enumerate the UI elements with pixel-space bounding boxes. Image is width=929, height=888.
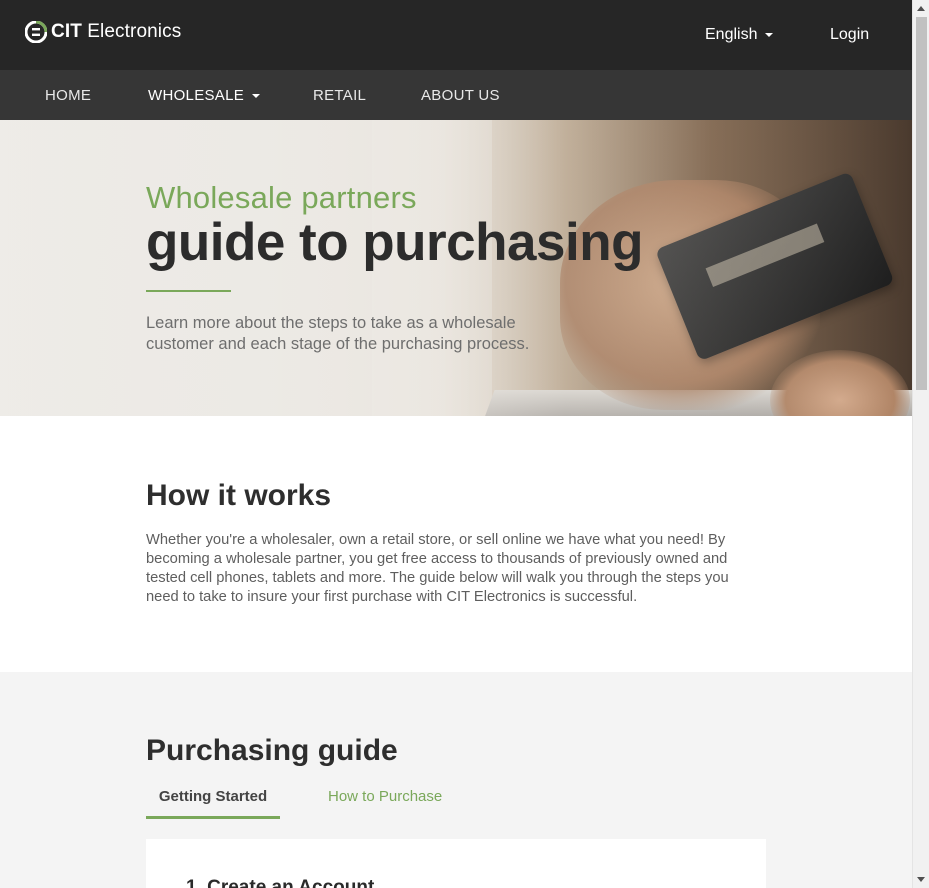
nav-wholesale-label: WHOLESALE — [148, 87, 245, 104]
scrollbar-thumb[interactable] — [916, 17, 927, 390]
hero-title: guide to purchasing — [146, 213, 643, 272]
language-selector[interactable]: English — [705, 26, 774, 44]
chevron-down-icon — [252, 93, 261, 98]
top-bar: CIT Electronics English Login — [0, 0, 912, 70]
hero-divider — [146, 290, 231, 292]
hero-subtitle: Wholesale partners — [146, 180, 417, 215]
main-nav: HOME WHOLESALE RETAIL ABOUT US — [0, 70, 912, 120]
chevron-down-icon — [765, 33, 774, 37]
tab-getting-started[interactable]: Getting Started — [146, 788, 280, 819]
guide-panel: 1. Create an Account — [146, 839, 766, 888]
how-it-works-section: How it works Whether you're a wholesaler… — [0, 416, 912, 672]
scroll-up-arrow-icon[interactable] — [917, 6, 925, 11]
language-label: English — [705, 26, 758, 43]
page: CIT Electronics English Login HOME WHOLE… — [0, 0, 912, 888]
nav-home[interactable]: HOME — [45, 87, 91, 104]
how-it-works-text: Whether you're a wholesaler, own a retai… — [146, 532, 729, 605]
purchasing-guide-title: Purchasing guide — [146, 734, 398, 767]
nav-retail[interactable]: RETAIL — [313, 87, 366, 104]
hero-description: Learn more about the steps to take as a … — [146, 314, 530, 353]
logo[interactable]: CIT Electronics — [25, 20, 181, 44]
tab-how-to-purchase[interactable]: How to Purchase — [328, 788, 442, 805]
nav-about-us[interactable]: ABOUT US — [421, 87, 500, 104]
logo-text: CIT Electronics — [51, 21, 182, 42]
purchasing-guide-section: Purchasing guide Getting Started How to … — [0, 672, 912, 888]
login-link[interactable]: Login — [830, 26, 869, 44]
step-heading: 1. Create an Account — [186, 877, 375, 888]
logo-icon — [25, 21, 47, 43]
nav-wholesale[interactable]: WHOLESALE — [148, 87, 261, 104]
scroll-down-arrow-icon[interactable] — [917, 877, 925, 882]
how-it-works-title: How it works — [146, 479, 332, 512]
page-scrollbar[interactable] — [912, 0, 929, 888]
